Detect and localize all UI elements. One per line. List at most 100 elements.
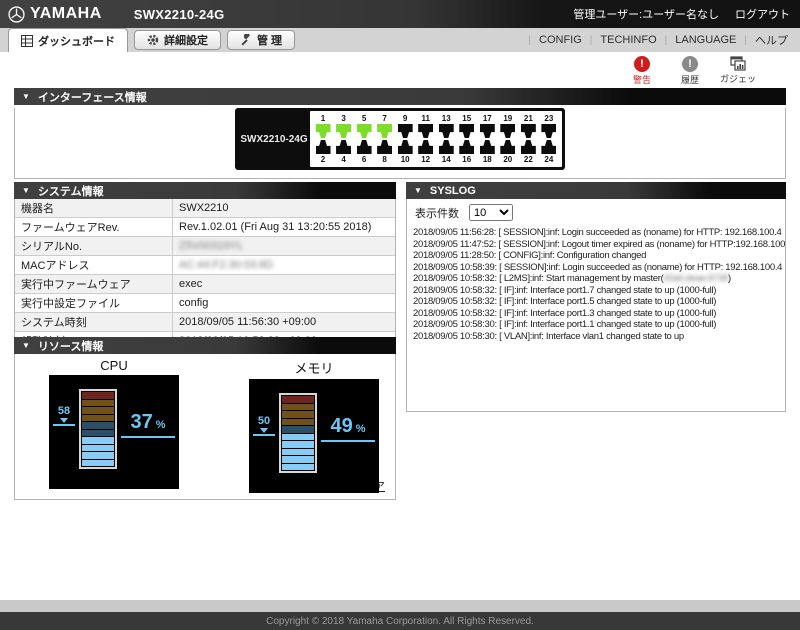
syslog-line: 2018/09/05 11:47:52: [ SESSION]:inf: Log… — [413, 238, 785, 250]
port-5-up[interactable] — [356, 124, 372, 138]
port-number-label: 22 — [523, 155, 533, 164]
help-link[interactable]: ヘルプ — [755, 32, 788, 48]
interface-panel-header[interactable]: ▼ インターフェース情報 — [14, 88, 786, 105]
port-number-label: 11 — [421, 114, 430, 123]
port-2-down[interactable] — [316, 140, 331, 154]
gauge-peak-marker: 58 — [51, 406, 77, 426]
port-3-up[interactable] — [336, 124, 352, 138]
port-18-down[interactable] — [480, 140, 495, 154]
port-number-label: 23 — [544, 114, 554, 123]
tab-admin[interactable]: 管 理 — [227, 30, 296, 50]
port-number-label: 3 — [341, 114, 346, 123]
gauge-segment — [282, 396, 314, 403]
port-16-down[interactable] — [459, 140, 474, 154]
syslog-line: 2018/09/05 10:58:32: [ IF]:inf: Interfac… — [413, 284, 717, 296]
syslog-panel-header[interactable]: ▼ SYSLOG — [406, 182, 786, 199]
gauge-segment — [82, 437, 114, 444]
port-21-down[interactable] — [520, 124, 536, 138]
port-number-label: 20 — [503, 155, 513, 164]
gauge-peak-value: 58 — [57, 405, 71, 417]
peak-level-line — [53, 424, 75, 426]
resource-panel: ▼ リソース情報 ピーク値のクリア CPU5837 %メモリ5049 % — [14, 337, 396, 500]
techinfo-link[interactable]: TECHINFO — [600, 34, 656, 46]
tab-dashboard[interactable]: ダッシュボード — [8, 28, 128, 52]
port-column: 17 18 — [479, 114, 495, 164]
port-number-label: 10 — [400, 155, 410, 164]
port-11-down[interactable] — [418, 124, 434, 138]
port-6-down[interactable] — [357, 140, 372, 154]
gauge-bar — [279, 393, 317, 473]
port-column: 34 — [336, 114, 352, 164]
system-panel-header[interactable]: ▼ システム情報 — [14, 182, 396, 199]
port-1-up[interactable] — [315, 124, 331, 138]
collapse-triangle-icon: ▼ — [22, 92, 30, 101]
gauge-segment — [282, 456, 314, 463]
port-22-down[interactable] — [521, 140, 536, 154]
admin-user-label: 管理ユーザー:ユーザー名なし — [573, 9, 719, 21]
brand-text: YAMAHA — [30, 5, 102, 22]
port-17-down[interactable] — [479, 124, 495, 138]
port-12-down[interactable] — [418, 140, 433, 154]
port-column: 78 — [377, 114, 393, 164]
tab-settings[interactable]: 詳細設定 — [134, 30, 221, 50]
resource-panel-body: ピーク値のクリア CPU5837 %メモリ5049 % — [14, 354, 396, 500]
peak-level-line — [253, 434, 275, 436]
gauge-display: 50 49 % — [249, 379, 379, 493]
gauge-segment — [282, 433, 314, 440]
alert-label: 警告 — [632, 75, 651, 85]
syslog-lines: 2018/09/05 11:56:28: [ SESSION]:inf: Log… — [407, 224, 785, 345]
port-4-down[interactable] — [336, 140, 351, 154]
port-7-up[interactable] — [377, 124, 393, 138]
tab-admin-label: 管 理 — [257, 35, 283, 47]
footer: Copyright © 2018 Yamaha Corporation. All… — [0, 612, 800, 630]
syslog-panel-body: 表示件数 10 2018/09/05 11:56:28: [ SESSION]:… — [406, 199, 786, 412]
switch-port-grid: 1 2 3 4 5 6 7 8 9 10 11 12 13 14 15 16 17 18 19 20 21 22 23 24 — [310, 111, 562, 167]
port-column: 21 22 — [520, 114, 536, 164]
port-8-down[interactable] — [377, 140, 392, 154]
system-panel-title: システム情報 — [37, 185, 104, 198]
syslog-line: 2018/09/05 11:56:28: [ SESSION]:inf: Log… — [413, 227, 782, 238]
port-23-down[interactable] — [541, 124, 557, 138]
logout-link[interactable]: ログアウト — [735, 6, 790, 22]
gauge-peak-marker: 50 — [251, 416, 277, 436]
syslog-line: 2018/09/05 10:58:30: [ VLAN]:inf: Interf… — [413, 330, 684, 342]
port-15-down[interactable] — [459, 124, 475, 138]
language-link[interactable]: LANGUAGE — [675, 34, 736, 46]
syslog-line: 2018/09/05 10:58:30: [ IF]:inf: Interfac… — [413, 319, 717, 330]
port-10-down[interactable] — [398, 140, 413, 154]
gauge-segment — [82, 429, 114, 436]
system-row-label: ファームウェアRev. — [15, 217, 173, 237]
gauge-display: 58 37 % — [49, 375, 179, 489]
gauge-segment — [282, 441, 314, 448]
system-row-label: 機器名 — [15, 199, 173, 218]
switch-device-label: SWX2210-24G — [240, 133, 308, 145]
port-20-down[interactable] — [500, 140, 515, 154]
port-number-label: 8 — [382, 155, 387, 164]
system-row-value: config — [179, 297, 209, 309]
system-row-value: Rev.1.02.01 (Fri Aug 31 13:20:55 2018) — [179, 221, 372, 233]
wrench-icon — [241, 34, 250, 46]
collapse-triangle-icon: ▼ — [414, 186, 422, 195]
gauge-segment — [282, 426, 314, 433]
port-column: 12 — [315, 114, 331, 164]
system-info-row: 機器名 SWX2210 — [15, 199, 395, 218]
config-link[interactable]: CONFIG — [539, 34, 582, 46]
resource-panel-header[interactable]: ▼ リソース情報 — [14, 337, 396, 354]
gauge-percent-value: 37 % — [121, 411, 175, 438]
history-label: 履歴 — [680, 75, 699, 85]
port-9-down[interactable] — [397, 124, 413, 138]
port-19-down[interactable] — [500, 124, 516, 138]
switch-graphic: SWX2210-24G 1 2 3 4 5 6 7 8 9 10 11 12 13 14 15 16 17 18 1… — [235, 108, 565, 170]
dashboard-icon — [21, 34, 33, 47]
syslog-count-select[interactable]: 10 — [469, 204, 513, 221]
port-number-label: 15 — [462, 114, 472, 123]
gauge-segment — [82, 459, 114, 466]
port-24-down[interactable] — [541, 140, 556, 154]
system-row-label: 実行中ファームウェア — [15, 274, 173, 294]
port-14-down[interactable] — [439, 140, 454, 154]
gauge-segment — [82, 407, 114, 414]
port-column: 11 12 — [418, 114, 434, 164]
gauge-segment — [82, 392, 114, 399]
tab-dashboard-label: ダッシュボード — [38, 35, 115, 48]
port-13-down[interactable] — [438, 124, 454, 138]
